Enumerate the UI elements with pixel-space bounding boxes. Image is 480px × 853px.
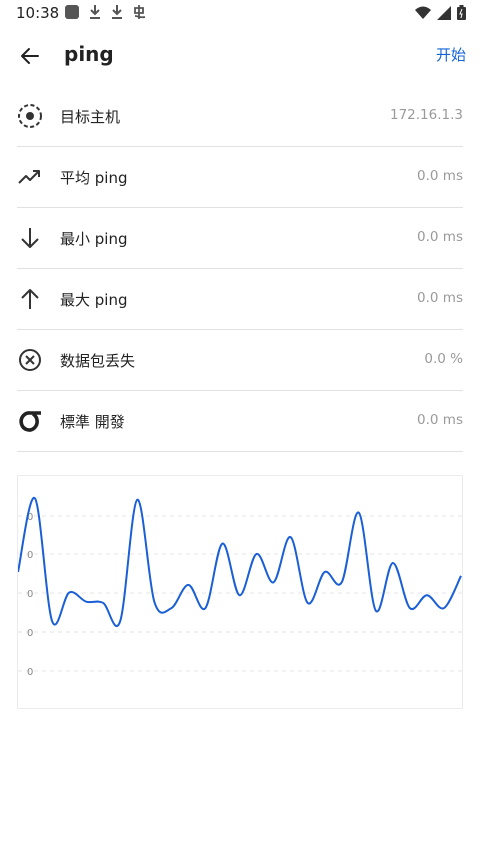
back-arrow-icon[interactable] bbox=[16, 42, 44, 70]
download-icon bbox=[90, 5, 100, 19]
battery-icon bbox=[457, 5, 466, 20]
status-bar: 10:38 bbox=[0, 0, 480, 26]
min-ping-label: 最小 ping bbox=[60, 230, 128, 248]
list-item-target-host: 目标主机 172.16.1.3 bbox=[17, 86, 463, 147]
y-tick-label: 0 bbox=[27, 550, 33, 561]
cancel-circle-icon bbox=[19, 349, 41, 371]
list-item-min-ping: 最小 ping 0.0 ms bbox=[17, 208, 463, 269]
y-tick-label: 0 bbox=[27, 667, 33, 678]
max-ping-value: 0.0 ms bbox=[417, 290, 463, 306]
average-ping-value: 0.0 ms bbox=[417, 168, 463, 184]
download-icon bbox=[112, 5, 122, 19]
signal-icon bbox=[437, 5, 451, 20]
sigma-icon bbox=[19, 411, 41, 432]
wifi-icon bbox=[415, 6, 431, 19]
min-ping-value: 0.0 ms bbox=[417, 229, 463, 245]
notification-icons bbox=[64, 4, 148, 20]
arrow-up-icon bbox=[21, 289, 39, 309]
ping-series-line bbox=[18, 497, 462, 627]
packet-loss-value: 0.0 % bbox=[424, 351, 463, 367]
ping-chart: 00000 bbox=[17, 475, 463, 709]
list-item-average-ping: 平均 ping 0.0 ms bbox=[17, 147, 463, 208]
std-dev-label: 標準 開發 bbox=[60, 413, 125, 431]
start-button[interactable]: 开始 bbox=[436, 44, 466, 65]
list-item-max-ping: 最大 ping 0.0 ms bbox=[17, 269, 463, 330]
system-icons bbox=[415, 5, 466, 20]
max-ping-label: 最大 ping bbox=[60, 291, 128, 309]
page-title: ping bbox=[64, 42, 114, 66]
trending-up-icon bbox=[18, 170, 40, 184]
y-tick-label: 0 bbox=[27, 589, 33, 600]
bug-icon bbox=[134, 5, 146, 19]
target-host-label: 目标主机 bbox=[60, 108, 121, 126]
packet-loss-label: 数据包丢失 bbox=[60, 352, 136, 370]
status-time: 10:38 bbox=[16, 4, 60, 22]
ping-line-chart: 00000 bbox=[18, 497, 462, 678]
app-bar: ping 开始 bbox=[0, 30, 480, 80]
arrow-down-icon bbox=[21, 228, 39, 248]
list-item-packet-loss: 数据包丢失 0.0 % bbox=[17, 330, 463, 391]
ping-stats-list: 目标主机 172.16.1.3 平均 ping 0.0 ms 最小 ping 0… bbox=[17, 86, 463, 452]
list-item-std-dev: 標準 開發 0.0 ms bbox=[17, 391, 463, 452]
target-icon bbox=[18, 104, 42, 128]
app-square-icon bbox=[65, 5, 79, 19]
std-dev-value: 0.0 ms bbox=[417, 412, 463, 428]
target-host-value: 172.16.1.3 bbox=[390, 107, 463, 123]
average-ping-label: 平均 ping bbox=[60, 169, 128, 187]
y-tick-label: 0 bbox=[27, 628, 33, 639]
